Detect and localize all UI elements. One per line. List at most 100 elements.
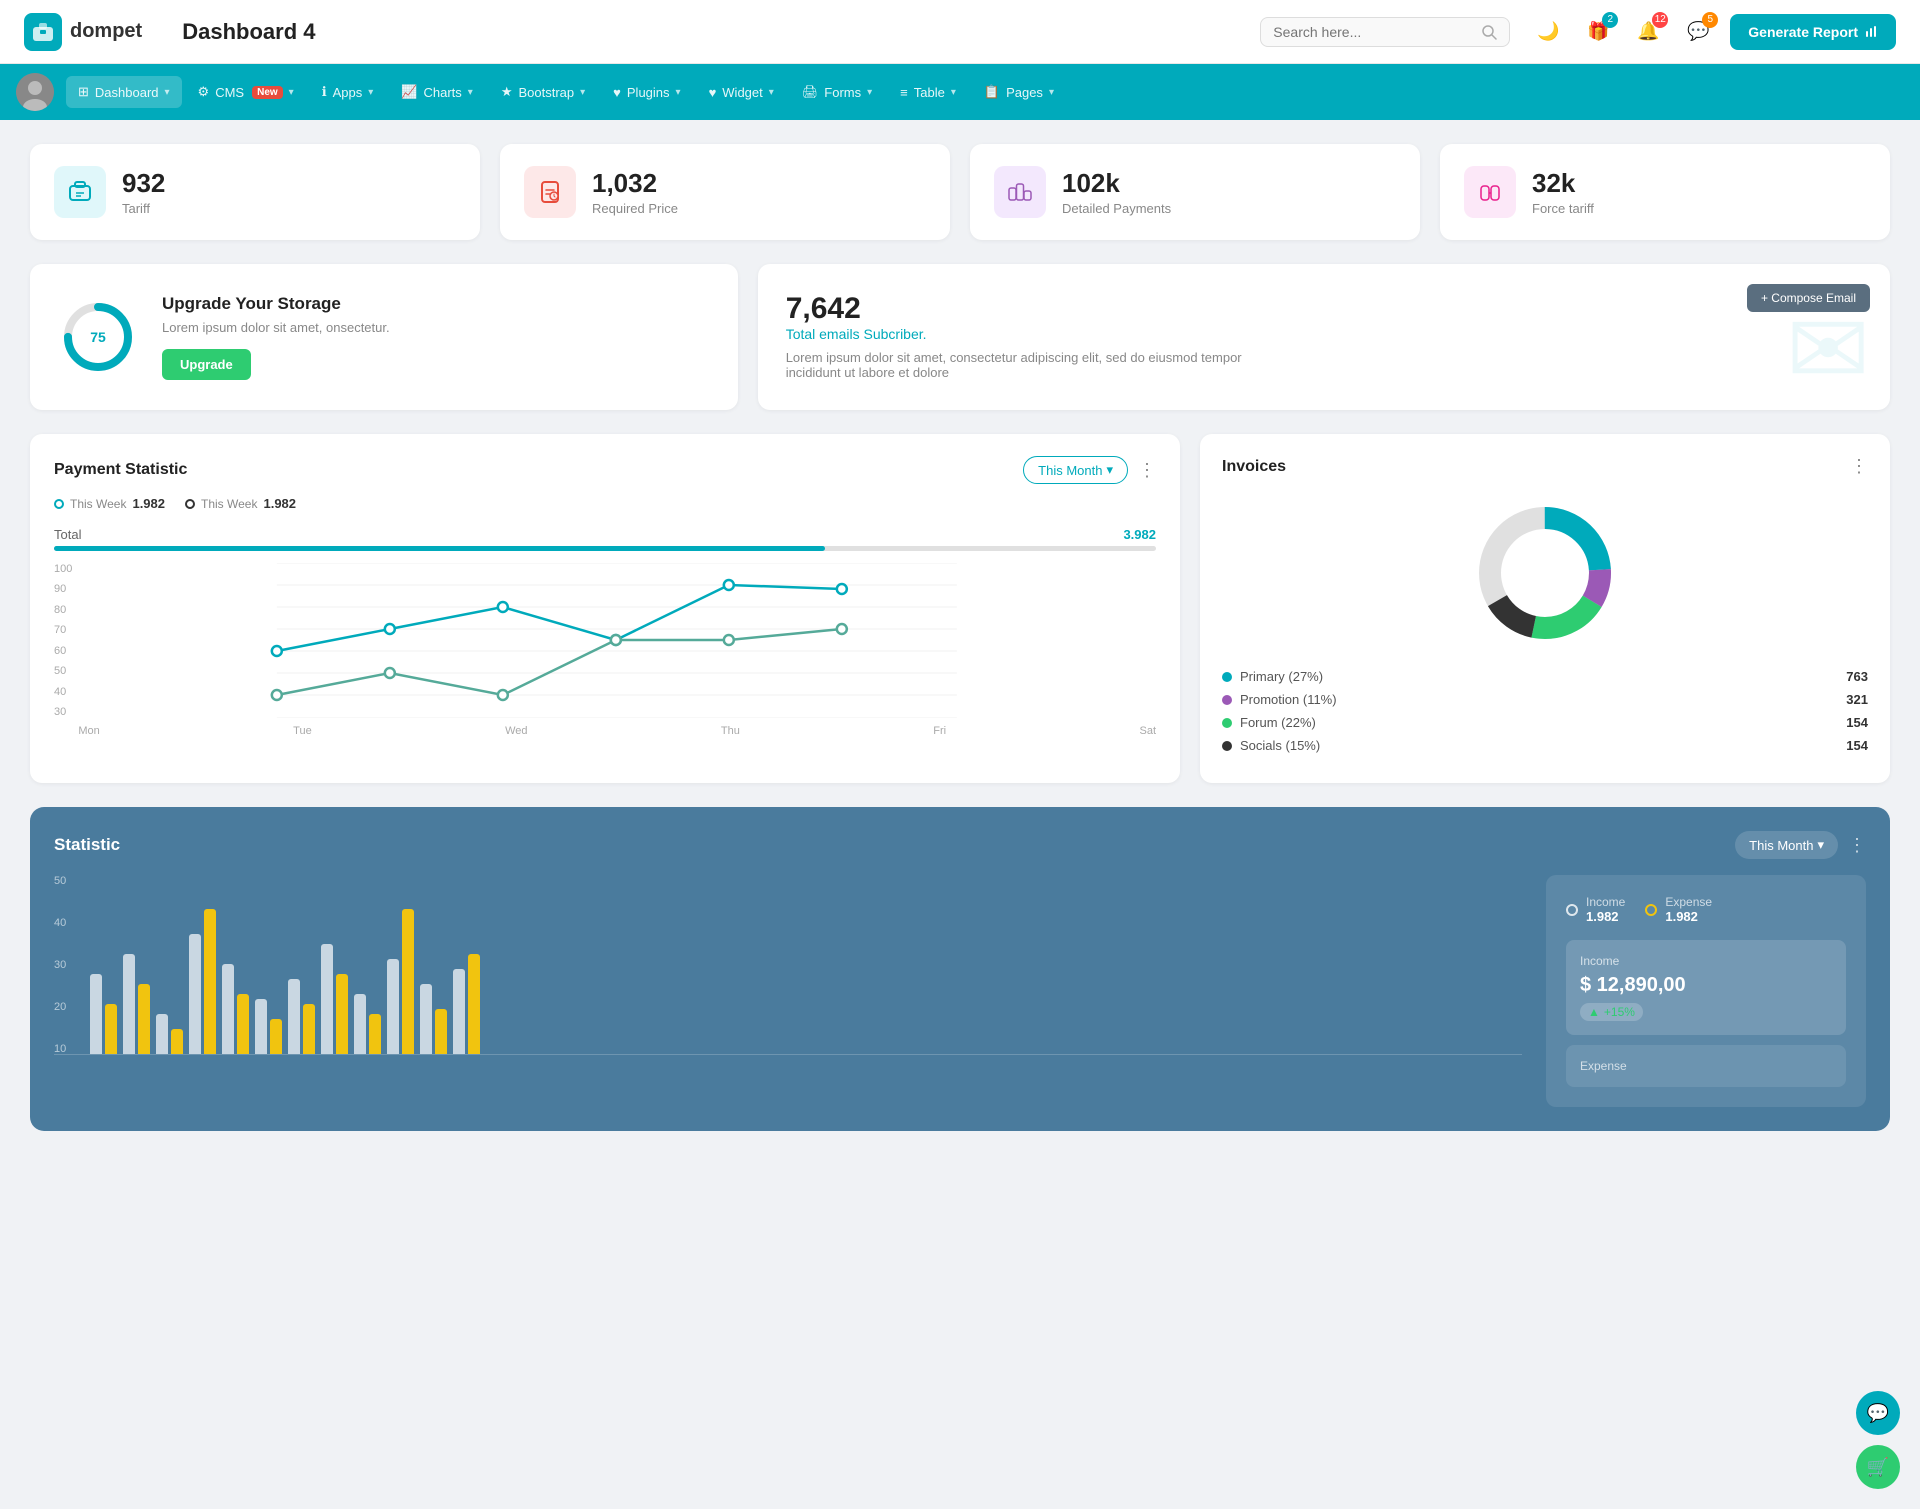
search-input[interactable] bbox=[1273, 24, 1473, 40]
invoices-header: Invoices ⋮ bbox=[1222, 456, 1868, 477]
primary-value: 763 bbox=[1846, 669, 1868, 684]
dashboard-icon: ⊞ bbox=[78, 84, 89, 100]
forum-value: 154 bbox=[1846, 715, 1868, 730]
tariff-icon bbox=[54, 166, 106, 218]
plugins-icon: ♥ bbox=[613, 85, 621, 100]
bar-y-50: 50 bbox=[54, 875, 66, 887]
y-label-60: 60 bbox=[54, 645, 72, 657]
promotion-dot bbox=[1222, 695, 1232, 705]
bar-yellow-11 bbox=[435, 1009, 447, 1054]
statistic-controls: This Month ▾ ⋮ bbox=[1735, 831, 1866, 859]
bar-group-1 bbox=[90, 974, 117, 1054]
statistic-month-button[interactable]: This Month ▾ bbox=[1735, 831, 1838, 859]
menu-item-forms[interactable]: 🖨 Forms ▾ bbox=[790, 76, 884, 108]
support-fab[interactable]: 💬 bbox=[1856, 1391, 1900, 1435]
bar-group-11 bbox=[420, 984, 447, 1054]
menu-item-pages[interactable]: 📋 Pages ▾ bbox=[972, 76, 1066, 108]
y-label-70: 70 bbox=[54, 624, 72, 636]
payment-statistic-card: Payment Statistic This Month ▾ ⋮ This We… bbox=[30, 434, 1180, 783]
invoices-donut-chart bbox=[1465, 493, 1625, 653]
bar-group-8 bbox=[321, 944, 348, 1054]
menu-item-cms[interactable]: ⚙ CMS New ▾ bbox=[186, 76, 306, 108]
promotion-value: 321 bbox=[1846, 692, 1868, 707]
menu-item-widget[interactable]: ♥ Widget ▾ bbox=[697, 77, 786, 108]
bar-yellow-1 bbox=[105, 1004, 117, 1054]
plugins-chevron-icon: ▾ bbox=[676, 87, 681, 98]
forms-chevron-icon: ▾ bbox=[867, 87, 872, 98]
bar-chart-y-axis: 50 40 30 20 10 bbox=[54, 875, 66, 1055]
income-amount: $ 12,890,00 bbox=[1580, 974, 1832, 997]
bar-group-6 bbox=[255, 999, 282, 1054]
moon-icon-btn[interactable]: 🌙 bbox=[1530, 14, 1566, 50]
mail-background-icon: ✉ bbox=[1786, 300, 1870, 400]
stat-card-tariff: 932 Tariff bbox=[30, 144, 480, 240]
primary-dot bbox=[1222, 672, 1232, 682]
statistic-side-panel: Income 1.982 Expense 1.982 Income $ bbox=[1546, 875, 1866, 1107]
email-count: 7,642 bbox=[786, 292, 1862, 326]
search-bar[interactable] bbox=[1260, 17, 1510, 47]
menu-item-apps[interactable]: ℹ Apps ▾ bbox=[310, 76, 386, 108]
menu-item-plugins[interactable]: ♥ Plugins ▾ bbox=[601, 77, 692, 108]
total-label: Total bbox=[54, 527, 81, 542]
socials-dot bbox=[1222, 741, 1232, 751]
bell-badge: 12 bbox=[1652, 12, 1668, 28]
bar-yellow-10 bbox=[402, 909, 414, 1054]
x-label-wed: Wed bbox=[505, 725, 527, 737]
bell-icon-btn[interactable]: 🔔 12 bbox=[1630, 14, 1666, 50]
statistic-more-icon[interactable]: ⋮ bbox=[1848, 835, 1866, 856]
x-label-sat: Sat bbox=[1139, 725, 1156, 737]
shopping-fab[interactable]: 🛒 bbox=[1856, 1445, 1900, 1489]
menu-item-bootstrap[interactable]: ★ Bootstrap ▾ bbox=[489, 76, 597, 108]
y-axis: 100 90 80 70 60 50 40 30 bbox=[54, 563, 72, 738]
income-label: Income bbox=[1586, 895, 1625, 909]
bar-y-40: 40 bbox=[54, 917, 66, 929]
email-description: Lorem ipsum dolor sit amet, consectetur … bbox=[786, 350, 1286, 380]
payment-more-icon[interactable]: ⋮ bbox=[1138, 460, 1156, 481]
legend-item-socials: Socials (15%) 154 bbox=[1222, 738, 1868, 753]
line-chart-container: 100 90 80 70 60 50 40 30 bbox=[54, 563, 1156, 738]
tariff-value: 932 bbox=[122, 168, 165, 199]
upgrade-button[interactable]: Upgrade bbox=[162, 349, 251, 380]
force-tariff-info: 32k Force tariff bbox=[1532, 168, 1594, 216]
menu-item-table[interactable]: ≡ Table ▾ bbox=[888, 77, 968, 108]
stat-card-required-price: 1,032 Required Price bbox=[500, 144, 950, 240]
logo[interactable]: dompet bbox=[24, 13, 142, 51]
total-bar bbox=[54, 546, 1156, 551]
required-price-label: Required Price bbox=[592, 201, 678, 216]
email-card: + Compose Email 7,642 Total emails Subcr… bbox=[758, 264, 1890, 410]
x-axis: Mon Tue Wed Thu Fri Sat bbox=[78, 725, 1156, 737]
bar-group-9 bbox=[354, 994, 381, 1054]
expense-value: 1.982 bbox=[1665, 909, 1712, 924]
bar-group-12 bbox=[453, 954, 480, 1054]
menu-item-dashboard[interactable]: ⊞ Dashboard ▾ bbox=[66, 76, 182, 108]
table-chevron-icon: ▾ bbox=[951, 87, 956, 98]
chevron-down-icon: ▾ bbox=[165, 87, 170, 98]
required-price-value: 1,032 bbox=[592, 168, 678, 199]
bootstrap-icon: ★ bbox=[501, 84, 513, 100]
payment-header: Payment Statistic This Month ▾ ⋮ bbox=[54, 456, 1156, 484]
storage-info: Upgrade Your Storage Lorem ipsum dolor s… bbox=[162, 294, 390, 380]
widget-chevron-icon: ▾ bbox=[769, 87, 774, 98]
bar-white-5 bbox=[222, 964, 234, 1054]
charts-icon: 📈 bbox=[401, 84, 417, 100]
y-label-80: 80 bbox=[54, 604, 72, 616]
bar-white-11 bbox=[420, 984, 432, 1054]
payment-filter-button[interactable]: This Month ▾ bbox=[1023, 456, 1128, 484]
top-navigation: dompet Dashboard 4 🌙 🎁 2 🔔 12 💬 5 Genera… bbox=[0, 0, 1920, 64]
chat-icon-btn[interactable]: 💬 5 bbox=[1680, 14, 1716, 50]
meta-value-2: 1.982 bbox=[263, 496, 296, 511]
invoices-donut-wrap bbox=[1222, 493, 1868, 653]
expense-box-label: Expense bbox=[1580, 1059, 1832, 1073]
y-label-30: 30 bbox=[54, 706, 72, 718]
invoices-more-icon[interactable]: ⋮ bbox=[1850, 456, 1868, 477]
bar-y-20: 20 bbox=[54, 1001, 66, 1013]
apps-icon: ℹ bbox=[322, 84, 327, 100]
income-box-label: Income bbox=[1580, 954, 1832, 968]
bar-yellow-8 bbox=[336, 974, 348, 1054]
cms-icon: ⚙ bbox=[198, 84, 210, 100]
gift-icon-btn[interactable]: 🎁 2 bbox=[1580, 14, 1616, 50]
report-icon bbox=[1864, 25, 1878, 39]
bar-y-30: 30 bbox=[54, 959, 66, 971]
generate-report-button[interactable]: Generate Report bbox=[1730, 14, 1896, 50]
menu-item-charts[interactable]: 📈 Charts ▾ bbox=[389, 76, 485, 108]
